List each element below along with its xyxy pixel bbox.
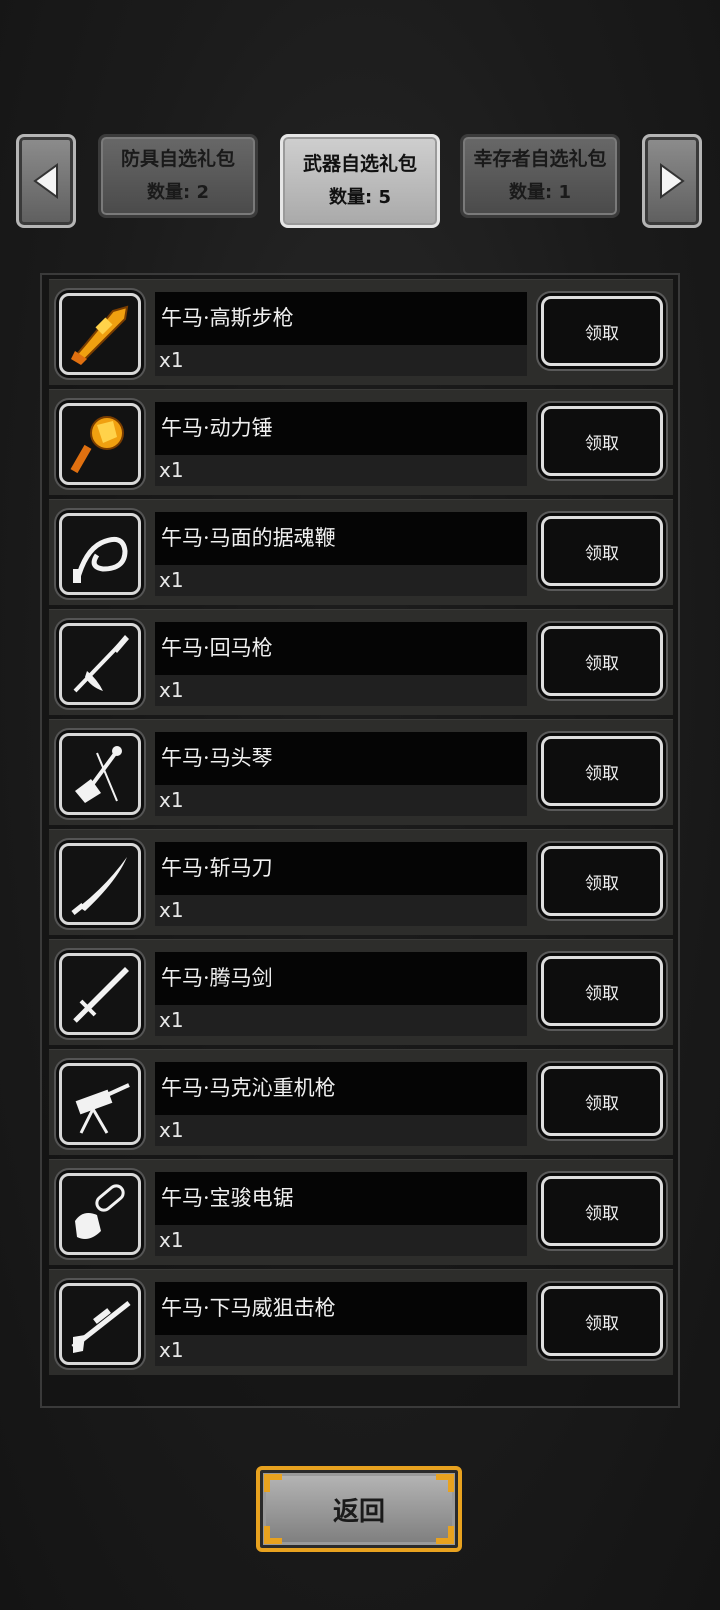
item-quantity: x1 bbox=[155, 455, 527, 486]
corner-ornament-icon bbox=[264, 1526, 282, 1544]
list-item: 午马·腾马剑 x1 领取 bbox=[49, 939, 673, 1045]
item-quantity: x1 bbox=[155, 675, 527, 706]
item-icon-frame bbox=[59, 403, 141, 485]
list-item: 午马·马头琴 x1 领取 bbox=[49, 719, 673, 825]
claim-button[interactable]: 领取 bbox=[541, 516, 663, 586]
list-item: 午马·宝骏电锯 x1 领取 bbox=[49, 1159, 673, 1265]
item-name: 午马·马面的据魂鞭 bbox=[155, 512, 527, 565]
item-icon-frame bbox=[59, 843, 141, 925]
claim-button[interactable]: 领取 bbox=[541, 846, 663, 916]
sword-icon bbox=[73, 967, 129, 1023]
right-arrow-icon bbox=[660, 163, 685, 199]
item-quantity: x1 bbox=[155, 895, 527, 926]
item-quantity: x1 bbox=[155, 785, 527, 816]
item-icon-frame bbox=[59, 953, 141, 1035]
list-item: 午马·马面的据魂鞭 x1 领取 bbox=[49, 499, 673, 605]
claim-button[interactable]: 领取 bbox=[541, 1066, 663, 1136]
item-name: 午马·下马威狙击枪 bbox=[155, 1282, 527, 1335]
back-button-label: 返回 bbox=[332, 1496, 385, 1527]
gauss-rifle-icon bbox=[71, 305, 129, 365]
tab-survivor-count: 数量: 1 bbox=[509, 182, 571, 203]
heavy-machine-gun-icon bbox=[75, 1083, 130, 1134]
list-item: 午马·回马枪 x1 领取 bbox=[49, 609, 673, 715]
item-quantity: x1 bbox=[155, 1335, 527, 1366]
corner-ornament-icon bbox=[436, 1474, 454, 1492]
claim-button[interactable]: 领取 bbox=[541, 296, 663, 366]
claim-button[interactable]: 领取 bbox=[541, 406, 663, 476]
list-item: 午马·高斯步枪 x1 领取 bbox=[49, 279, 673, 385]
claim-button[interactable]: 领取 bbox=[541, 736, 663, 806]
item-icon-frame bbox=[59, 1173, 141, 1255]
chainsaw-icon bbox=[75, 1184, 125, 1239]
claim-button[interactable]: 领取 bbox=[541, 1176, 663, 1246]
power-hammer-icon bbox=[70, 416, 124, 474]
corner-ornament-icon bbox=[264, 1474, 282, 1492]
item-icon-frame bbox=[59, 513, 141, 595]
list-item: 午马·下马威狙击枪 x1 领取 bbox=[49, 1269, 673, 1375]
left-arrow-icon bbox=[33, 163, 58, 199]
item-quantity: x1 bbox=[155, 1225, 527, 1256]
tab-weapon-count: 数量: 5 bbox=[329, 187, 391, 208]
saber-icon bbox=[71, 857, 127, 915]
item-name: 午马·宝骏电锯 bbox=[155, 1172, 527, 1225]
item-icon-frame bbox=[59, 1063, 141, 1145]
spear-icon bbox=[73, 635, 129, 693]
tab-survivor-pack[interactable]: 幸存者自选礼包 数量: 1 bbox=[460, 134, 620, 218]
item-icon-frame bbox=[59, 293, 141, 375]
item-quantity: x1 bbox=[155, 345, 527, 376]
list-item: 午马·动力锤 x1 领取 bbox=[49, 389, 673, 495]
prev-tab-button[interactable] bbox=[16, 134, 76, 228]
tab-armor-count: 数量: 2 bbox=[147, 182, 209, 203]
corner-ornament-icon bbox=[436, 1526, 454, 1544]
item-quantity: x1 bbox=[155, 565, 527, 596]
item-quantity: x1 bbox=[155, 1005, 527, 1036]
list-item: 午马·斩马刀 x1 领取 bbox=[49, 829, 673, 935]
claim-button[interactable]: 领取 bbox=[541, 1286, 663, 1356]
item-name: 午马·腾马剑 bbox=[155, 952, 527, 1005]
reward-list[interactable]: 午马·高斯步枪 x1 领取 午马·动力锤 x1 领取 午马·马面的据魂鞭 x1 … bbox=[40, 273, 680, 1408]
tab-armor-pack[interactable]: 防具自选礼包 数量: 2 bbox=[98, 134, 258, 218]
back-button[interactable]: 返回 bbox=[256, 1466, 462, 1552]
list-item: 午马·马克沁重机枪 x1 领取 bbox=[49, 1049, 673, 1155]
item-name: 午马·回马枪 bbox=[155, 622, 527, 675]
sniper-rifle-icon bbox=[71, 1301, 131, 1353]
item-name: 午马·马克沁重机枪 bbox=[155, 1062, 527, 1115]
item-icon-frame bbox=[59, 623, 141, 705]
tab-armor-label: 防具自选礼包 bbox=[120, 148, 235, 170]
claim-button[interactable]: 领取 bbox=[541, 626, 663, 696]
item-name: 午马·马头琴 bbox=[155, 732, 527, 785]
item-name: 午马·动力锤 bbox=[155, 402, 527, 455]
horsehead-fiddle-icon bbox=[75, 746, 122, 803]
item-name: 午马·斩马刀 bbox=[155, 842, 527, 895]
item-icon-frame bbox=[59, 1283, 141, 1365]
next-tab-button[interactable] bbox=[642, 134, 702, 228]
item-name: 午马·高斯步枪 bbox=[155, 292, 527, 345]
item-icon-frame bbox=[59, 733, 141, 815]
tab-survivor-label: 幸存者自选礼包 bbox=[473, 148, 607, 170]
tab-weapon-label: 武器自选礼包 bbox=[302, 153, 417, 175]
item-quantity: x1 bbox=[155, 1115, 527, 1146]
claim-button[interactable]: 领取 bbox=[541, 956, 663, 1026]
soul-whip-icon bbox=[73, 536, 128, 583]
tab-weapon-pack[interactable]: 武器自选礼包 数量: 5 bbox=[280, 134, 440, 228]
